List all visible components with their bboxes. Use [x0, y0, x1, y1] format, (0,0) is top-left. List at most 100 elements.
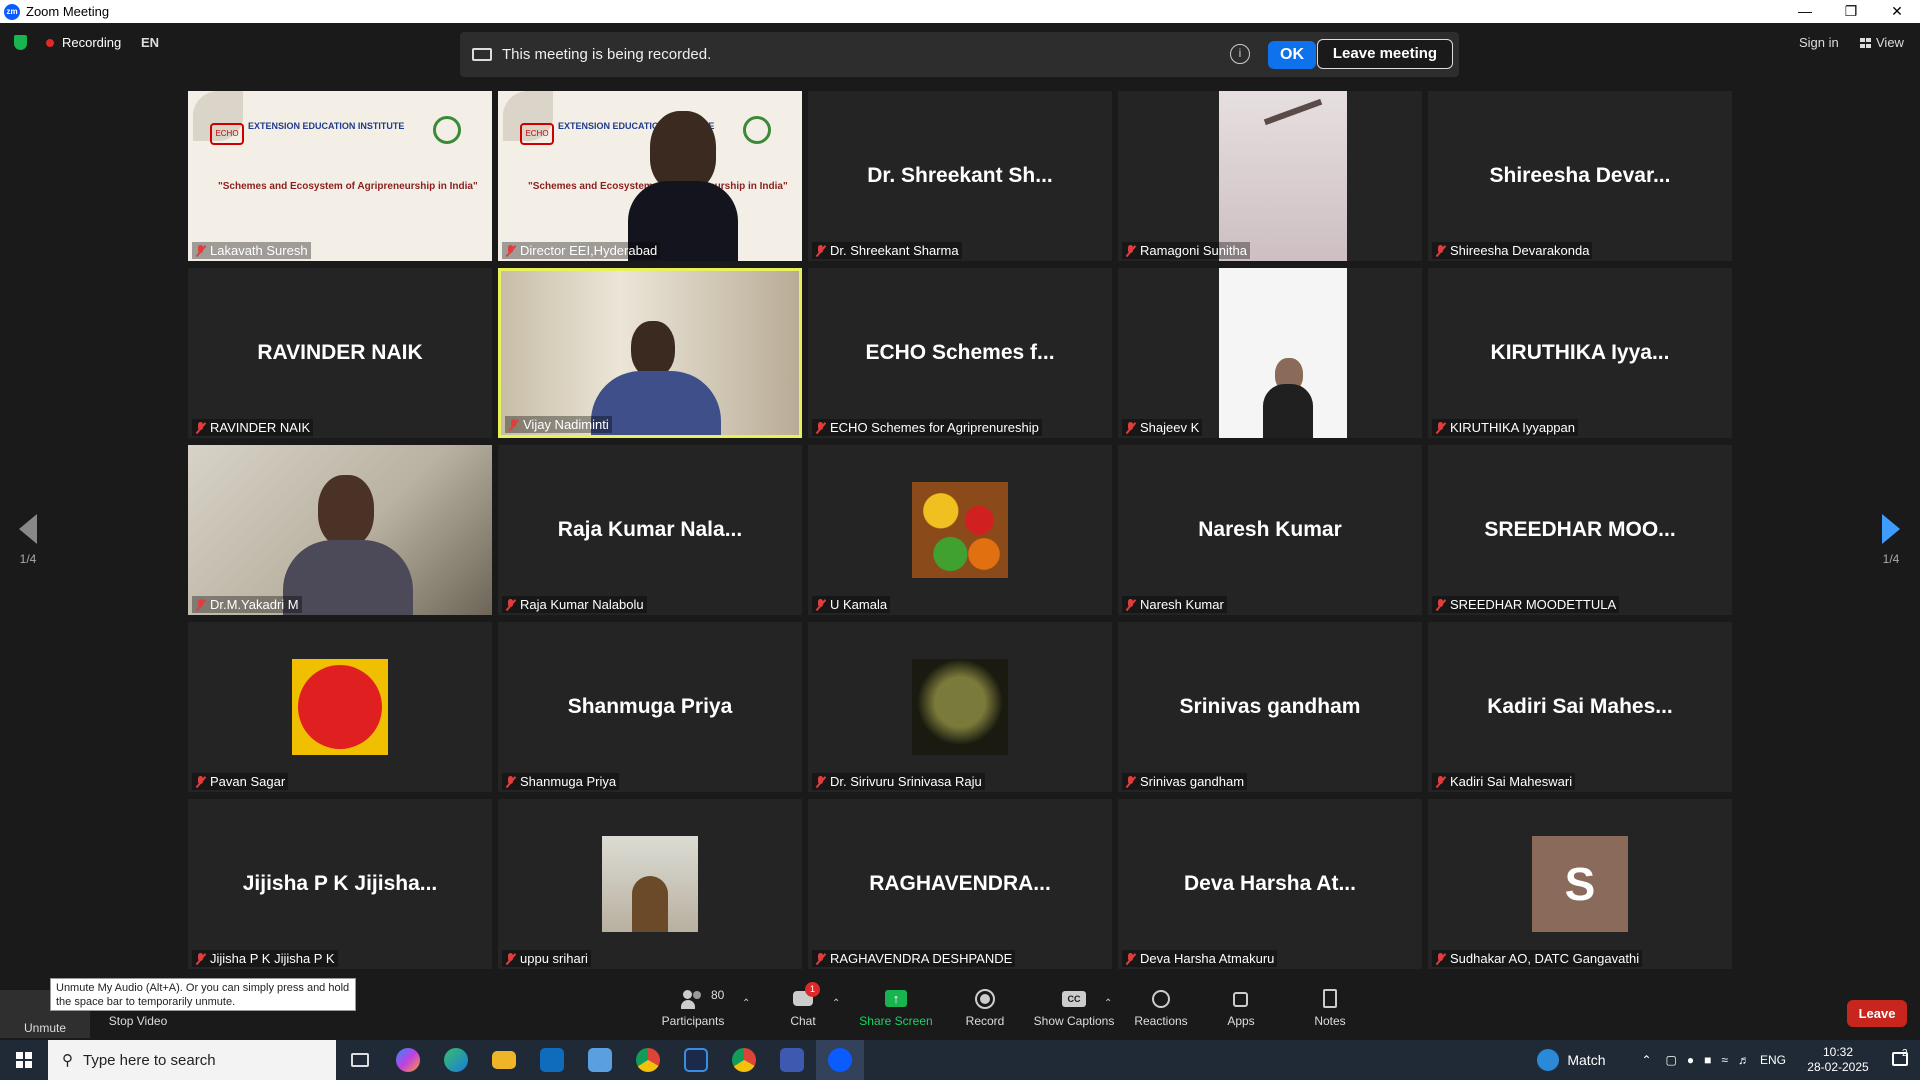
info-icon[interactable]: i [1230, 44, 1250, 64]
search-placeholder: Type here to search [83, 1051, 216, 1069]
participant-tile[interactable]: Shireesha Devar... Shireesha Devarakonda [1428, 91, 1732, 261]
record-button[interactable]: Record [952, 974, 1018, 1028]
leave-button[interactable]: Leave [1847, 1000, 1907, 1027]
participant-tile[interactable]: U Kamala [808, 445, 1112, 615]
grid-view-icon [1860, 37, 1871, 48]
outlook-icon[interactable] [528, 1040, 576, 1080]
participants-button[interactable]: 80 Participants [655, 974, 731, 1028]
participant-name-label: Shanmuga Priya [502, 773, 620, 790]
participant-tile[interactable]: Dr.M.Yakadri M [188, 445, 492, 615]
notification-count: 2 [1902, 1047, 1908, 1059]
sign-in-button[interactable]: Sign in [1799, 35, 1839, 50]
institute-emblem [433, 116, 461, 144]
participant-tile[interactable]: Kadiri Sai Mahes... Kadiri Sai Maheswari [1428, 622, 1732, 792]
participant-tile[interactable]: S Sudhakar AO, DATC Gangavathi [1428, 799, 1732, 969]
copilot-icon[interactable] [384, 1040, 432, 1080]
mic-muted-icon [195, 952, 206, 965]
weather-icon[interactable] [1537, 1049, 1560, 1071]
close-button[interactable]: ✕ [1874, 0, 1920, 23]
notes-button[interactable]: Notes [1300, 974, 1360, 1028]
chrome-profile-icon[interactable] [720, 1040, 768, 1080]
minimize-button[interactable]: — [1782, 0, 1828, 23]
share-screen-button[interactable]: ↑ Share Screen [858, 974, 934, 1028]
participant-tile[interactable]: Naresh Kumar Naresh Kumar [1118, 445, 1422, 615]
participant-tile[interactable]: Ramagoni Sunitha [1118, 91, 1422, 261]
participant-tile[interactable]: Dr. Shreekant Sh... Dr. Shreekant Sharma [808, 91, 1112, 261]
view-label: View [1876, 35, 1904, 50]
recording-banner: This meeting is being recorded. i OK Lea… [460, 32, 1459, 77]
chat-badge: 1 [805, 982, 820, 997]
mic-muted-icon [505, 952, 516, 965]
recording-label: Recording [62, 35, 122, 50]
view-button[interactable]: View [1860, 35, 1904, 50]
participant-tile[interactable]: RAVINDER NAIK RAVINDER NAIK [188, 268, 492, 438]
microphone-icon[interactable]: ● [1687, 1053, 1694, 1067]
recording-indicator[interactable]: Recording [46, 35, 121, 50]
language-indicator[interactable]: EN [141, 35, 159, 50]
input-language[interactable]: ENG [1760, 1053, 1786, 1067]
notifications-button[interactable]: 2 [1880, 1048, 1920, 1069]
meet-now-icon[interactable]: ▢ [1666, 1053, 1677, 1067]
chat-caret-icon[interactable]: ⌃ [832, 998, 840, 1009]
participant-name: Raja Kumar Nalabolu [520, 597, 644, 612]
participant-name: Shireesha Devarakonda [1450, 243, 1590, 258]
wifi-icon[interactable]: ≈ [1721, 1053, 1728, 1067]
windows-start-button[interactable] [0, 1040, 48, 1080]
chat-label: Chat [790, 1014, 816, 1028]
participant-display-name: RAVINDER NAIK [257, 341, 423, 364]
participant-tile[interactable]: Dr. Sirivuru Srinivasa Raju [808, 622, 1112, 792]
tray-overflow-icon[interactable]: ⌃ [1641, 1053, 1651, 1067]
participant-tile[interactable]: ECHO EXTENSION EDUCATION INSTITUTE "Sche… [498, 91, 802, 261]
participant-tile[interactable]: Deva Harsha At... Deva Harsha Atmakuru [1118, 799, 1422, 969]
chat-button[interactable]: 1 Chat [774, 974, 832, 1028]
ok-button[interactable]: OK [1268, 41, 1316, 69]
participant-name-label: Jijisha P K Jijisha P K [192, 950, 338, 967]
chrome-icon[interactable] [624, 1040, 672, 1080]
participant-tile[interactable]: Vijay Nadiminti [498, 268, 802, 438]
forms-app-icon[interactable] [768, 1040, 816, 1080]
task-view-icon[interactable] [336, 1040, 384, 1080]
mic-muted-icon [1435, 244, 1446, 257]
camera-tray-icon[interactable]: ■ [1704, 1053, 1711, 1067]
participants-caret-icon[interactable]: ⌃ [742, 998, 750, 1009]
profile-picture [602, 836, 698, 932]
participant-display-name: RAGHAVENDRA... [869, 872, 1051, 895]
taskbar-search-box[interactable]: ⚲ Type here to search [48, 1040, 336, 1080]
participant-name-label: Pavan Sagar [192, 773, 289, 790]
participant-name: Kadiri Sai Maheswari [1450, 774, 1573, 789]
participant-tile[interactable]: Shanmuga Priya Shanmuga Priya [498, 622, 802, 792]
security-shield-icon[interactable] [14, 35, 27, 50]
document-viewer-icon[interactable] [576, 1040, 624, 1080]
participant-name: Pavan Sagar [210, 774, 286, 789]
apps-icon [1229, 988, 1253, 1010]
taskbar-clock[interactable]: 10:32 28-02-2025 [1796, 1045, 1880, 1075]
profile-picture [912, 482, 1008, 578]
participant-tile[interactable]: Raja Kumar Nala... Raja Kumar Nalabolu [498, 445, 802, 615]
participant-tile[interactable]: Srinivas gandham Srinivas gandham [1118, 622, 1422, 792]
next-page-button[interactable]: 1/4 [1871, 514, 1911, 566]
weather-label[interactable]: Match [1567, 1052, 1605, 1068]
participant-name-label: Shajeev K [1122, 419, 1203, 436]
previous-page-button[interactable]: 1/4 [8, 514, 48, 566]
file-explorer-icon[interactable] [480, 1040, 528, 1080]
participant-tile[interactable]: uppu srihari [498, 799, 802, 969]
participant-tile[interactable]: ECHO EXTENSION EDUCATION INSTITUTE "Sche… [188, 91, 492, 261]
participant-tile[interactable]: KIRUTHIKA Iyya... KIRUTHIKA Iyyappan [1428, 268, 1732, 438]
apps-button[interactable]: Apps [1212, 974, 1270, 1028]
participant-tile[interactable]: SREEDHAR MOO... SREEDHAR MOODETTULA [1428, 445, 1732, 615]
participant-tile[interactable]: Jijisha P K Jijisha... Jijisha P K Jijis… [188, 799, 492, 969]
apps-label: Apps [1227, 1014, 1255, 1028]
participant-tile[interactable]: RAGHAVENDRA... RAGHAVENDRA DESHPANDE [808, 799, 1112, 969]
volume-icon[interactable]: ♬ [1738, 1053, 1750, 1067]
zoom-taskbar-icon[interactable] [816, 1040, 864, 1080]
edge-icon[interactable] [432, 1040, 480, 1080]
screen-capture-icon[interactable] [672, 1040, 720, 1080]
participant-tile[interactable]: Shajeev K [1118, 268, 1422, 438]
leave-meeting-button[interactable]: Leave meeting [1317, 39, 1453, 69]
participant-name: Sudhakar AO, DATC Gangavathi [1450, 951, 1640, 966]
participant-tile[interactable]: ECHO Schemes f... ECHO Schemes for Agrip… [808, 268, 1112, 438]
participant-tile[interactable]: Pavan Sagar [188, 622, 492, 792]
captions-caret-icon[interactable]: ⌃ [1104, 998, 1112, 1009]
restore-button[interactable]: ❐ [1828, 0, 1874, 23]
reactions-button[interactable]: Reactions [1130, 974, 1192, 1028]
